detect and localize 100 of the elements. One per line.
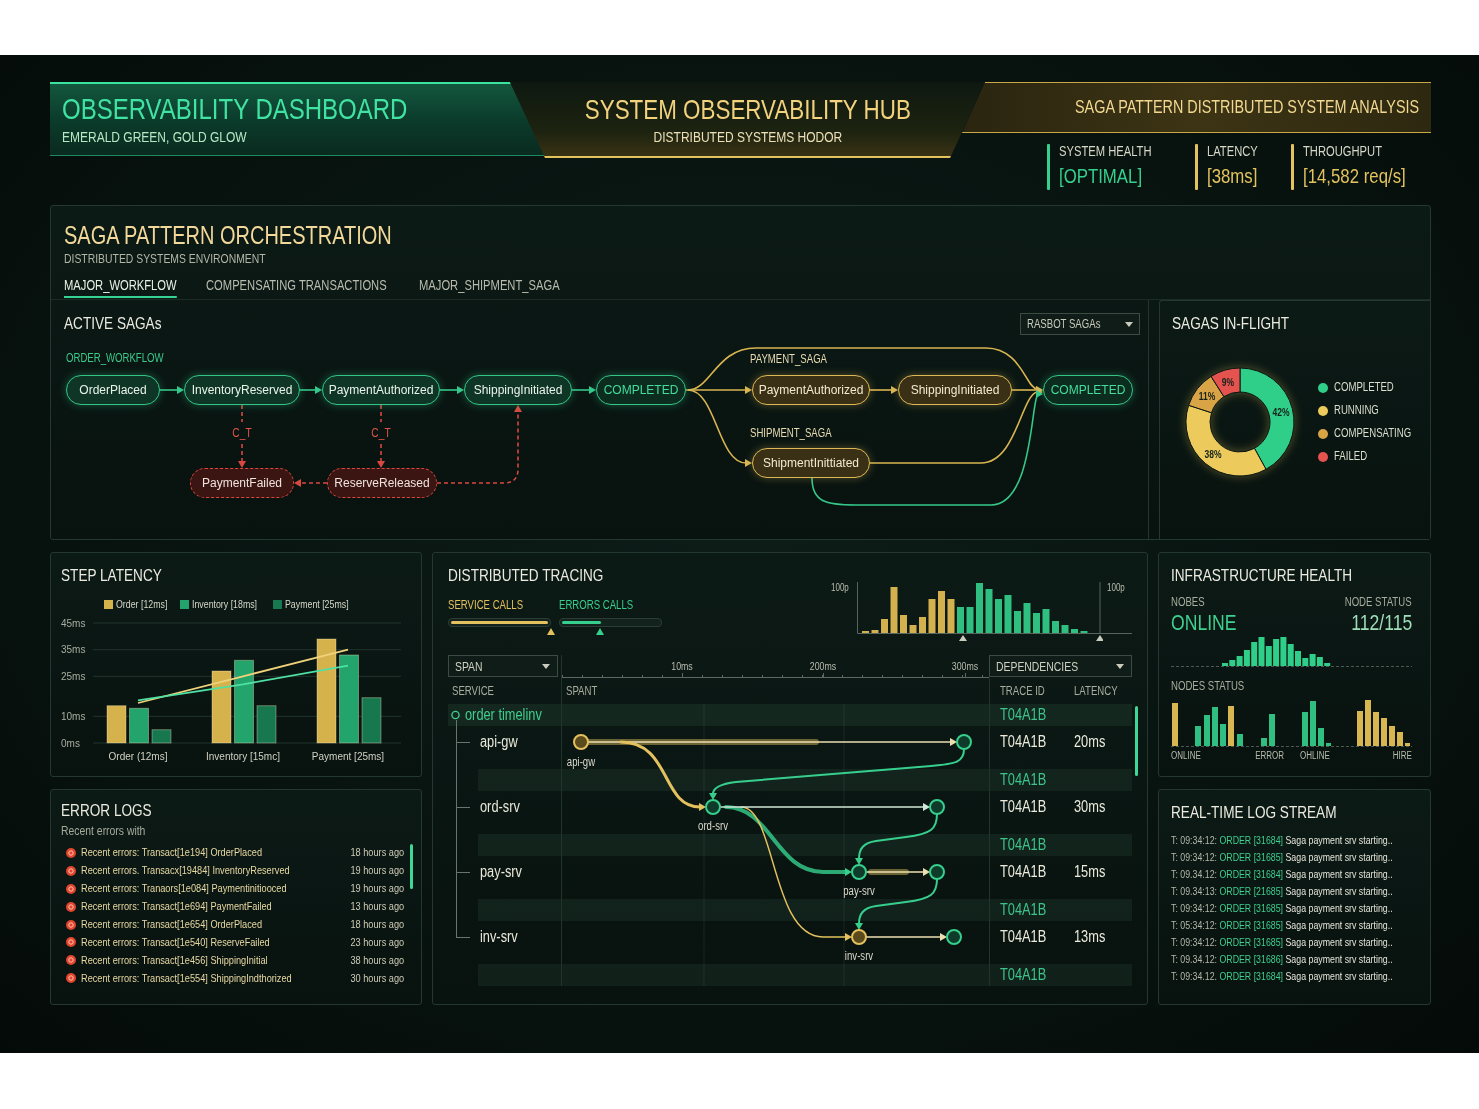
error-icon (66, 883, 76, 894)
legend-label: FAILED (1334, 450, 1368, 463)
flow-node: PaymentAuthorized (322, 375, 440, 405)
group-label: PAYMENT_SAGA (750, 352, 827, 366)
log-line: T: 09:34.12. ORDER [31684] Saga payment srv starting.. (1171, 969, 1393, 984)
scrollbar-thumb[interactable] (410, 844, 413, 889)
error-icon (66, 865, 76, 876)
log-line: T: 05:34:12: ORDER [31685] Saga payment srv starting.. (1171, 918, 1393, 933)
error-message: Recent errors: Transact[1e694] PaymentFailed (81, 900, 272, 914)
panel-title: INFRASTRUCTURE HEALTH (1171, 566, 1353, 586)
trace-id: T04A1B (1000, 798, 1047, 816)
error-icon (66, 847, 76, 858)
error-message: Recent errors: Transact[1e456] ShippingInitial (81, 953, 268, 967)
caret-icon (542, 663, 550, 669)
error-icon (66, 919, 76, 930)
service-name: ord-srv (480, 798, 520, 816)
latency-value: 20ms (1074, 733, 1106, 751)
log-line: T: 09.34:13: ORDER [21685] Saga payment srv starting.. (1171, 884, 1393, 899)
tab[interactable]: MAJOR_SHIPMENT_SAGA (419, 277, 560, 298)
axis-label: OHLINE (1300, 750, 1330, 761)
stat-value: [OPTIMAL] (1059, 165, 1143, 187)
flow-arrow (439, 386, 464, 394)
panel-subtitle: Recent errors with (61, 824, 146, 838)
axis-label: ONLINE (1171, 750, 1201, 761)
error-time: 18 hours ago (350, 918, 404, 931)
error-time: 13 hours ago (350, 900, 404, 914)
group-label: ORDER_WORKFLOW (66, 351, 164, 365)
group-label: SHIPMENT_SAGA (750, 426, 832, 440)
flow-node: PaymentAuthorized (752, 375, 870, 405)
error-message: Recent errors: Transact[1e554] ShippingIndthorized (81, 971, 292, 985)
legend-label: COMPLETED (1334, 381, 1394, 394)
error-icon (66, 937, 76, 948)
service-name: order timelinv (464, 706, 542, 724)
chart-bar (151, 729, 172, 744)
error-icon (66, 901, 76, 912)
legend-label: Order [12ms] (115, 598, 167, 610)
edge-label: C_T (371, 426, 391, 440)
slice-label: 42% (1272, 406, 1290, 418)
trace-id: T04A1B (1000, 706, 1047, 724)
flow-node: COMPLETED (596, 375, 686, 405)
axis-label: 100p (1107, 582, 1125, 594)
flow-node: COMPLETED (1043, 375, 1133, 405)
edge-label: C_T (232, 426, 252, 440)
metric-value: 112/115 (1351, 611, 1412, 635)
axis-label: Inventory [15mc] (206, 751, 280, 762)
log-line: T: 09.34.12: ORDER [31684] Saga payment srv starting.. (1171, 867, 1393, 882)
meter-label: SERVICE CALLS (448, 598, 524, 612)
panel-title: SAGAS IN-FLIGHT (1172, 314, 1290, 334)
error-message: Recent errors: Transact[1e654] OrderPlaced (81, 918, 263, 931)
panel-title: DISTRIBUTED TRACING (448, 566, 604, 586)
slice-label: 11% (1198, 390, 1216, 402)
latency-value: 30ms (1074, 798, 1106, 816)
trace-id: T04A1B (1000, 836, 1047, 854)
axis-label: 0ms (61, 737, 80, 749)
flow-node: ShipmentInittiated (752, 448, 870, 478)
trace-id: T04A1B (1000, 966, 1047, 984)
column-header: TRACE ID (1000, 684, 1045, 698)
log-line: T: 09:34:12: ORDER [31684] Saga payment srv starting.. (1171, 833, 1393, 848)
hub-title: SYSTEM OBSERVABILITY HUB (584, 95, 911, 125)
error-message: Recent errors: Transact[1e540] ReserveFailed (81, 935, 270, 949)
flow-node: OrderPlaced (66, 375, 160, 405)
dashboard-title: OBSERVABILITY DASHBOARD (62, 93, 408, 124)
ruler-label: 300ms (951, 660, 979, 672)
scrollbar-thumb[interactable] (1135, 706, 1138, 776)
flow-arrow (159, 386, 184, 394)
chart-bar (106, 705, 127, 744)
error-icon (66, 973, 76, 984)
panel-title: REAL-TIME LOG STREAM (1171, 803, 1337, 823)
error-icon (66, 955, 76, 966)
meter-label: ERRORS CALLS (559, 598, 634, 612)
dashboard-subtitle: EMERALD GREEN, GOLD GLOW (62, 128, 247, 145)
trace-id: T04A1B (1000, 928, 1047, 946)
stat-label: THROUGHPUT (1302, 144, 1382, 159)
stat-value: [14,582 req/s] (1302, 165, 1406, 187)
saga-filter-dropdown[interactable]: RASBOT SAGAs (1020, 313, 1140, 335)
service-name: api-gw (480, 733, 518, 751)
flow-node: PaymentFailed (190, 468, 294, 498)
error-message: Recent errors: Tranaors[1e084] Paymentinitiooced (81, 882, 287, 896)
log-line: T: 09.34.12: ORDER [31686] Saga payment srv starting.. (1171, 952, 1393, 967)
service-name: pay-srv (480, 863, 522, 881)
ruler-label: 10ms (671, 660, 693, 672)
flow-node: ShippingInitiated (464, 375, 572, 405)
section-title: ACTIVE SAGAs (64, 314, 162, 334)
stat-value: [38ms] (1207, 165, 1258, 187)
tab[interactable]: MAJOR_WORKFLOW (64, 277, 177, 298)
caret-icon (1125, 321, 1133, 327)
tab[interactable]: COMPENSATING TRANSACTIONS (206, 277, 387, 298)
axis-label: 45ms (61, 617, 86, 629)
latency-value: 15ms (1074, 863, 1106, 881)
stat-label: SYSTEM HEALTH (1059, 144, 1152, 159)
panel-title: ERROR LOGS (61, 801, 152, 821)
legend-label: COMPENSATING (1334, 427, 1412, 440)
axis-label: 100p (830, 582, 849, 594)
axis-label: 25ms (61, 670, 86, 682)
axis-label: 35ms (61, 644, 86, 656)
axis-label: 10ms (61, 710, 86, 722)
flow-arrow (571, 386, 596, 394)
analysis-title: SAGA PATTERN DISTRIBUTED SYSTEM ANALYSIS (1074, 97, 1419, 118)
span-dropdown[interactable]: SPAN (448, 655, 558, 677)
dependencies-dropdown[interactable]: DEPENDENCIES (989, 655, 1132, 677)
